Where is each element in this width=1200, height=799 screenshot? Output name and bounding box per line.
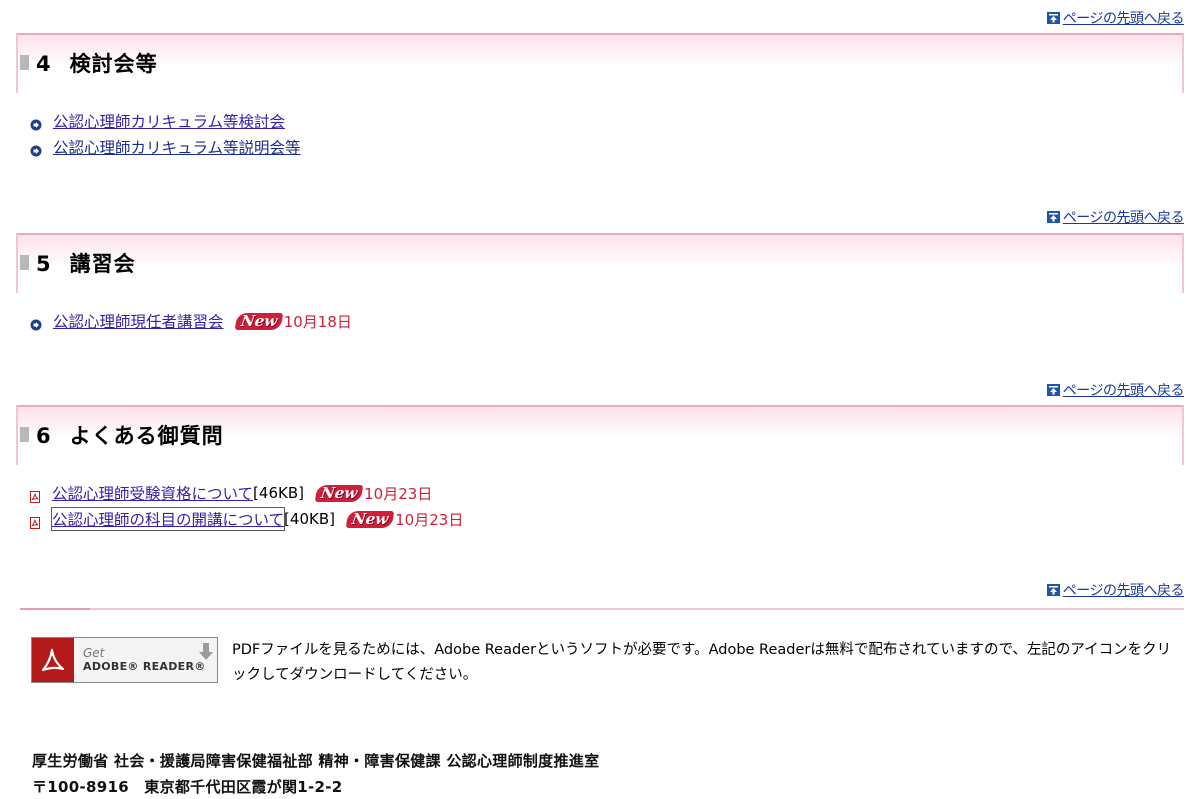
back-to-top-text[interactable]: ページの先頭へ戻る xyxy=(1063,8,1185,28)
section-header-6: 6 よくある御質問 xyxy=(16,405,1184,465)
arrow-bullet-icon xyxy=(30,317,42,330)
download-arrow-icon xyxy=(199,643,213,661)
adobe-reader-label: ADOBE® READER® xyxy=(83,660,206,673)
section-title: 5 講習会 xyxy=(36,252,136,276)
adobe-logo-icon xyxy=(32,638,74,682)
section-marker xyxy=(20,427,29,442)
new-badge: New xyxy=(314,484,364,502)
section-marker xyxy=(20,55,29,70)
back-to-top-link[interactable]: ページの先頭へ戻る xyxy=(1046,207,1185,227)
link-exam-eligibility-pdf[interactable]: 公認心理師受験資格について xyxy=(52,482,253,504)
pdf-icon xyxy=(30,515,41,529)
list-item: 公認心理師カリキュラム等検討会 xyxy=(30,110,285,132)
footer-department: 厚生労働省 社会・援護局障害保健福祉部 精神・障害保健課 公認心理師制度推進室 xyxy=(32,752,600,770)
back-to-top-link[interactable]: ページの先頭へ戻る xyxy=(1046,380,1185,400)
page-top-icon xyxy=(1046,12,1060,24)
back-to-top-link[interactable]: ページの先頭へ戻る xyxy=(1046,580,1185,600)
page-top-icon xyxy=(1046,584,1060,596)
page-top-icon xyxy=(1046,211,1060,223)
section-header-4: 4 検討会等 xyxy=(16,33,1184,93)
update-date: 10月23日 xyxy=(395,510,464,529)
section-marker xyxy=(20,255,29,270)
divider xyxy=(20,608,1184,610)
list-item: 公認心理師受験資格について [46KB] New 10月23日 xyxy=(30,482,432,504)
page-top-icon xyxy=(1046,384,1060,396)
list-item: 公認心理師現任者講習会 New 10月18日 xyxy=(30,310,352,332)
back-to-top-text[interactable]: ページの先頭へ戻る xyxy=(1063,380,1185,400)
back-to-top-link[interactable]: ページの先頭へ戻る xyxy=(1046,8,1185,28)
list-item: 公認心理師カリキュラム等説明会等 xyxy=(30,136,301,158)
get-adobe-reader-button[interactable]: Get ADOBE® READER® xyxy=(31,637,218,683)
new-badge: New xyxy=(345,510,395,528)
update-date: 10月23日 xyxy=(364,484,433,503)
update-date: 10月18日 xyxy=(283,312,352,331)
footer-address: 〒100-8916 東京都千代田区霞が関1-2-2 xyxy=(32,778,343,796)
pdf-icon xyxy=(30,489,41,503)
back-to-top-text[interactable]: ページの先頭へ戻る xyxy=(1063,207,1185,227)
section-title: 4 検討会等 xyxy=(36,52,158,76)
file-size: [40KB] xyxy=(284,510,335,528)
back-to-top-text[interactable]: ページの先頭へ戻る xyxy=(1063,580,1185,600)
arrow-bullet-icon xyxy=(30,143,42,156)
section-header-5: 5 講習会 xyxy=(16,233,1184,293)
adobe-reader-note: PDFファイルを見るためには、Adobe Readerというソフトが必要です。A… xyxy=(232,642,1172,683)
section-title: 6 よくある御質問 xyxy=(36,424,224,448)
adobe-get-label: Get xyxy=(83,646,105,660)
list-item: 公認心理師の科目の開講について [40KB] New 10月23日 xyxy=(30,507,464,531)
link-current-practitioner-course[interactable]: 公認心理師現任者講習会 xyxy=(53,310,224,332)
link-course-subjects-pdf[interactable]: 公認心理師の科目の開講について xyxy=(50,507,286,531)
link-curriculum-review-meeting[interactable]: 公認心理師カリキュラム等検討会 xyxy=(53,110,285,132)
link-curriculum-briefing[interactable]: 公認心理師カリキュラム等説明会等 xyxy=(53,136,301,158)
new-badge: New xyxy=(234,312,283,330)
arrow-bullet-icon xyxy=(30,117,42,130)
file-size: [46KB] xyxy=(253,484,304,502)
